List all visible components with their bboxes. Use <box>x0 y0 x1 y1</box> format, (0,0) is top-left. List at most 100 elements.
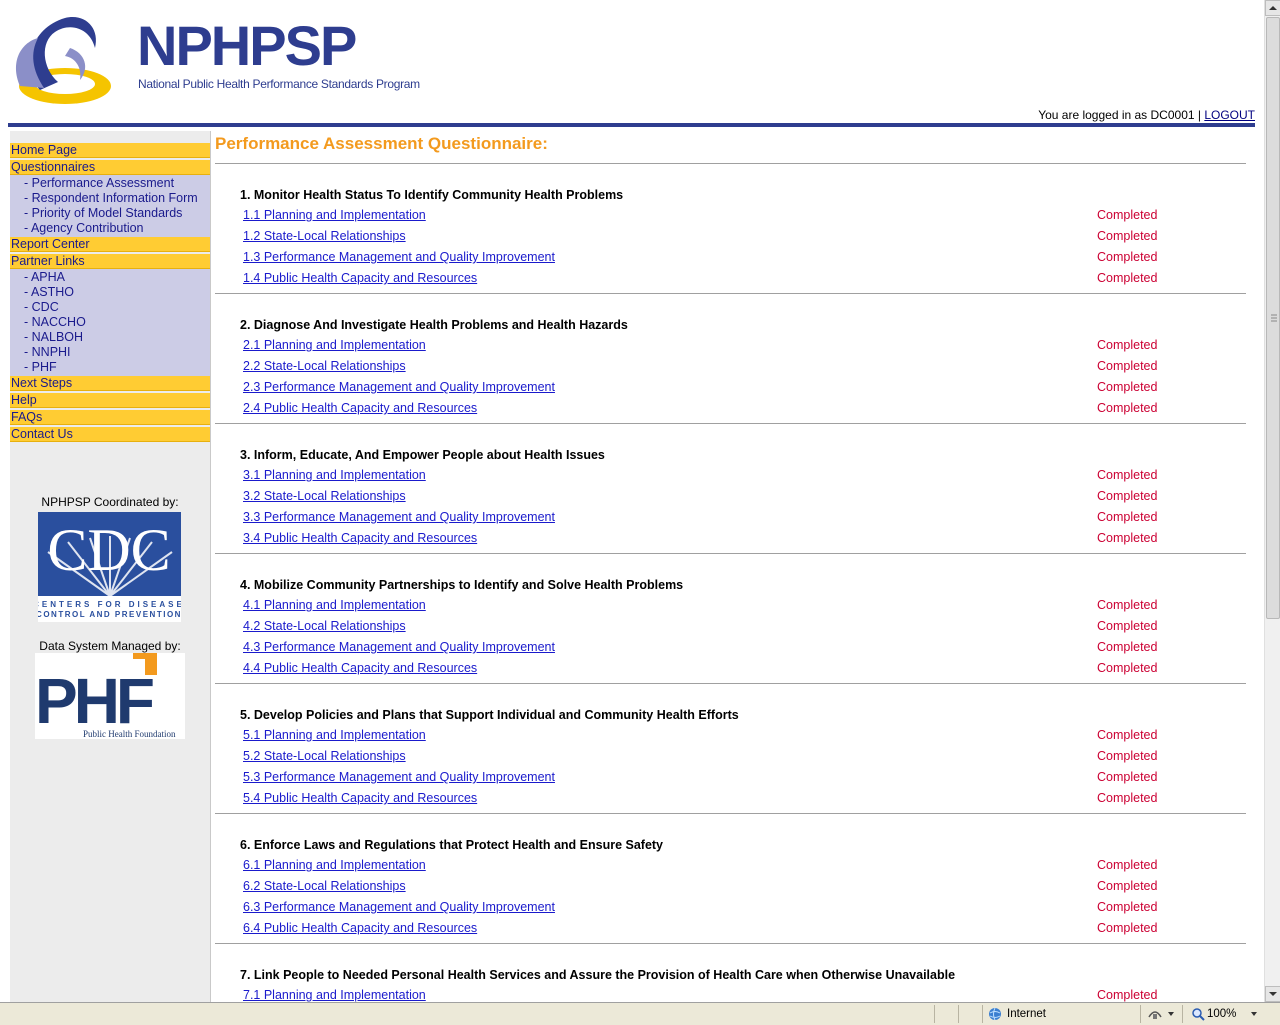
status-label: Completed <box>1097 921 1158 935</box>
cdc-logo[interactable]: CDC CENTERS FOR DISEASE CONTROL AND PREV… <box>33 512 182 622</box>
status-label: Completed <box>1097 900 1158 914</box>
status-label: Completed <box>1097 229 1158 243</box>
nav-agency-contribution[interactable]: - Agency Contribution <box>10 221 210 236</box>
arrow-up-icon <box>1269 6 1277 10</box>
brand-name: NPHPSP <box>137 14 357 77</box>
chevron-down-icon[interactable] <box>1167 1011 1175 1017</box>
item-link[interactable]: 6.2 State-Local Relationships <box>243 879 406 893</box>
chevron-down-icon[interactable] <box>1250 1011 1258 1017</box>
item-link[interactable]: 2.4 Public Health Capacity and Resources <box>243 401 477 415</box>
nav-questionnaires[interactable]: Questionnaires <box>10 160 210 175</box>
scroll-down-button[interactable] <box>1265 986 1280 1002</box>
nav-home[interactable]: Home Page <box>10 143 210 158</box>
item-link[interactable]: 1.2 State-Local Relationships <box>243 229 406 243</box>
grip-icon <box>1271 314 1277 322</box>
item-link[interactable]: 5.1 Planning and Implementation <box>243 728 426 742</box>
nav-astho[interactable]: - ASTHO <box>10 285 210 300</box>
section-title: 4. Mobilize Community Partnerships to Id… <box>240 578 684 592</box>
status-label: Completed <box>1097 858 1158 872</box>
browser-status-bar: Internet 100% <box>0 1002 1280 1025</box>
section-2: 2. Diagnose And Investigate Health Probl… <box>215 294 1246 424</box>
nav-apha[interactable]: - APHA <box>10 270 210 285</box>
protected-mode-icon[interactable] <box>1147 1007 1163 1021</box>
nav-phf[interactable]: - PHF <box>10 360 210 375</box>
item-link[interactable]: 2.3 Performance Management and Quality I… <box>243 380 555 394</box>
item-link[interactable]: 6.4 Public Health Capacity and Resources <box>243 921 477 935</box>
item-link[interactable]: 4.1 Planning and Implementation <box>243 598 426 612</box>
item-link[interactable]: 3.1 Planning and Implementation <box>243 468 426 482</box>
item-link[interactable]: 4.4 Public Health Capacity and Resources <box>243 661 477 675</box>
item-link[interactable]: 3.3 Performance Management and Quality I… <box>243 510 555 524</box>
status-divider <box>934 1005 935 1023</box>
status-label: Completed <box>1097 271 1158 285</box>
nav-help[interactable]: Help <box>10 393 210 408</box>
page-title: Performance Assessment Questionnaire: <box>215 134 548 153</box>
sidebar: Home Page Questionnaires - Performance A… <box>10 131 211 1002</box>
item-link[interactable]: 6.1 Planning and Implementation <box>243 858 426 872</box>
nav-respondent-information-form[interactable]: - Respondent Information Form <box>10 191 210 206</box>
nav-naccho[interactable]: - NACCHO <box>10 315 210 330</box>
item-link[interactable]: 5.2 State-Local Relationships <box>243 749 406 763</box>
status-label: Completed <box>1097 791 1158 805</box>
item-link[interactable]: 5.4 Public Health Capacity and Resources <box>243 791 477 805</box>
login-text: You are logged in as DC0001 | <box>1038 108 1205 122</box>
nav-priority-of-model-standards[interactable]: - Priority of Model Standards <box>10 206 210 221</box>
nav-nnphi[interactable]: - NNPHI <box>10 345 210 360</box>
zoom-level[interactable]: 100% <box>1207 1008 1236 1020</box>
item-link[interactable]: 3.4 Public Health Capacity and Resources <box>243 531 477 545</box>
item-link[interactable]: 1.1 Planning and Implementation <box>243 208 426 222</box>
vertical-scrollbar[interactable] <box>1264 0 1280 1002</box>
item-link[interactable]: 1.3 Performance Management and Quality I… <box>243 250 555 264</box>
section-title: 5. Develop Policies and Plans that Suppo… <box>240 708 739 722</box>
coordinated-by-label: NPHPSP Coordinated by: <box>41 495 179 509</box>
nav-nalboh[interactable]: - NALBOH <box>10 330 210 345</box>
phf-logo[interactable]: PHF Public Health Foundation <box>35 653 185 739</box>
cdc-caption-1: CENTERS FOR DISEASE <box>38 600 181 609</box>
scrollbar-thumb[interactable] <box>1266 17 1280 619</box>
item-link[interactable]: 4.3 Performance Management and Quality I… <box>243 640 555 654</box>
globe-icon <box>989 1007 1001 1021</box>
phf-caption: Public Health Foundation <box>83 729 176 739</box>
status-label: Completed <box>1097 468 1158 482</box>
phf-logo-text: PHF <box>35 665 153 737</box>
item-link[interactable]: 3.2 State-Local Relationships <box>243 489 406 503</box>
status-divider <box>982 1005 983 1023</box>
status-label: Completed <box>1097 749 1158 763</box>
nav-next-steps[interactable]: Next Steps <box>10 376 210 391</box>
scroll-up-button[interactable] <box>1265 0 1280 16</box>
section-5: 5. Develop Policies and Plans that Suppo… <box>215 684 1246 814</box>
zoom-icon[interactable] <box>1191 1007 1205 1021</box>
nav-performance-assessment[interactable]: - Performance Assessment <box>10 176 210 191</box>
item-link[interactable]: 6.3 Performance Management and Quality I… <box>243 900 555 914</box>
phf-logo-icon: PHF Public Health Foundation <box>35 653 176 739</box>
status-label: Completed <box>1097 598 1158 612</box>
nav-faqs[interactable]: FAQs <box>10 410 210 425</box>
brand-subtitle: National Public Health Performance Stand… <box>138 77 420 91</box>
nav-contact-us[interactable]: Contact Us <box>10 427 210 442</box>
section-3: 3. Inform, Educate, And Empower People a… <box>215 424 1246 554</box>
section-4: 4. Mobilize Community Partnerships to Id… <box>215 554 1246 684</box>
nav-report-center[interactable]: Report Center <box>10 237 210 252</box>
item-link[interactable]: 2.2 State-Local Relationships <box>243 359 406 373</box>
section-title: 3. Inform, Educate, And Empower People a… <box>240 448 605 462</box>
item-link[interactable]: 2.1 Planning and Implementation <box>243 338 426 352</box>
cdc-caption-2: CONTROL AND PREVENTION <box>38 610 181 619</box>
nav-partner-links[interactable]: Partner Links <box>10 254 210 269</box>
item-link[interactable]: 5.3 Performance Management and Quality I… <box>243 770 555 784</box>
status-label: Completed <box>1097 770 1158 784</box>
logout-link[interactable]: LOGOUT <box>1204 108 1255 122</box>
status-label: Completed <box>1097 728 1158 742</box>
status-label: Completed <box>1097 879 1158 893</box>
item-link[interactable]: 7.1 Planning and Implementation <box>243 988 426 1002</box>
section-title: 1. Monitor Health Status To Identify Com… <box>240 188 624 202</box>
nav-cdc[interactable]: - CDC <box>10 300 210 315</box>
status-label: Completed <box>1097 338 1158 352</box>
security-zone-label: Internet <box>1007 1008 1046 1020</box>
status-divider <box>958 1005 959 1023</box>
status-label: Completed <box>1097 250 1158 264</box>
item-link[interactable]: 4.2 State-Local Relationships <box>243 619 406 633</box>
status-divider <box>1182 1005 1183 1023</box>
nphpsp-logo-icon <box>16 17 111 104</box>
item-link[interactable]: 1.4 Public Health Capacity and Resources <box>243 271 477 285</box>
status-label: Completed <box>1097 640 1158 654</box>
